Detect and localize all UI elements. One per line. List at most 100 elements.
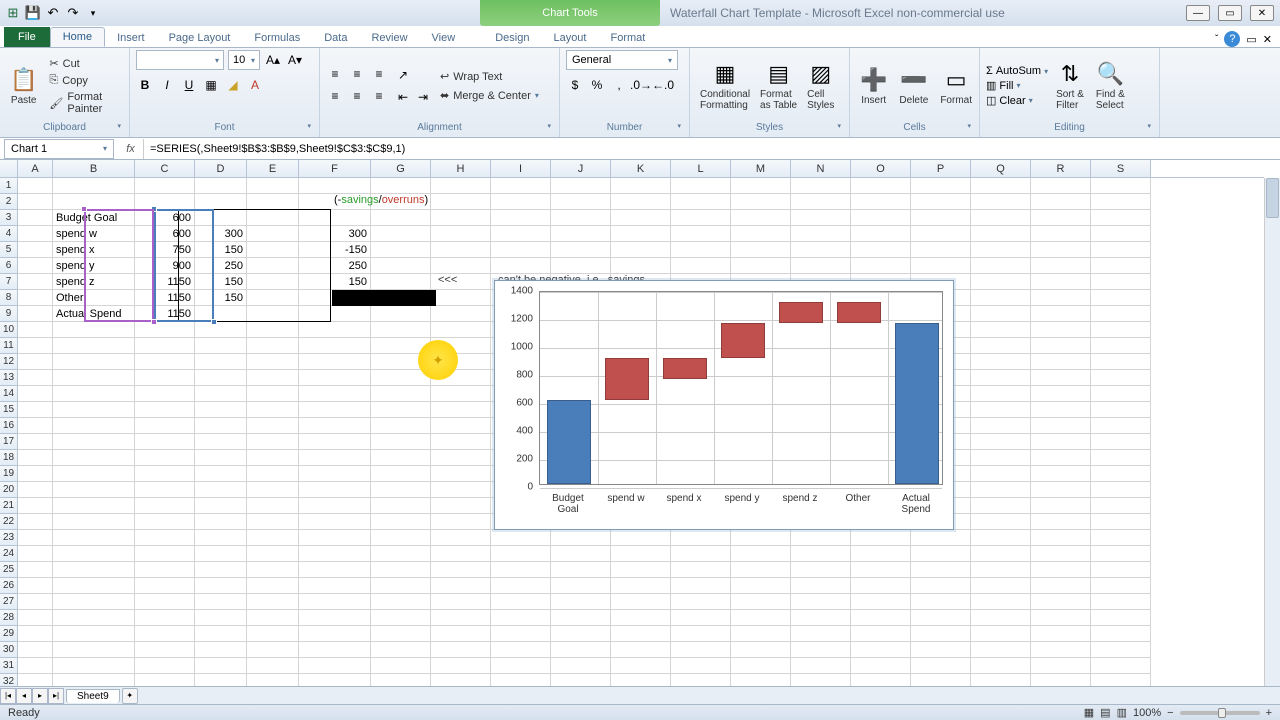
shrink-font-icon[interactable]: A▾: [286, 51, 304, 69]
ribbon-close-icon[interactable]: ✕: [1263, 33, 1272, 46]
row-header-30[interactable]: 30: [0, 642, 18, 658]
undo-icon[interactable]: ↶: [44, 4, 62, 22]
col-header-L[interactable]: L: [671, 160, 731, 177]
paste-button[interactable]: 📋 Paste: [6, 65, 41, 108]
bar-spend-x[interactable]: [663, 358, 707, 379]
delete-cells-button[interactable]: ➖Delete: [895, 65, 932, 108]
wrap-text-button[interactable]: ↩Wrap Text: [436, 69, 543, 84]
scroll-thumb[interactable]: [1266, 178, 1279, 218]
increase-decimal-icon[interactable]: .0→: [632, 76, 650, 94]
zoom-in-button[interactable]: +: [1266, 707, 1272, 719]
embedded-chart[interactable]: 0200400600800100012001400Budget Goalspen…: [494, 280, 954, 530]
row-header-4[interactable]: 4: [0, 226, 18, 242]
tab-design[interactable]: Design: [483, 29, 541, 47]
bold-button[interactable]: B: [136, 76, 154, 94]
cell-styles-button[interactable]: ▨Cell Styles: [803, 59, 838, 113]
plot-area[interactable]: [539, 291, 943, 485]
bar-spend-z[interactable]: [779, 302, 823, 323]
last-sheet-button[interactable]: ▸|: [48, 688, 64, 704]
tab-layout[interactable]: Layout: [541, 29, 598, 47]
font-name-select[interactable]: ▾: [136, 50, 224, 70]
bar-Other[interactable]: [837, 302, 881, 323]
copy-button[interactable]: ⎘Copy: [45, 73, 123, 88]
row-header-8[interactable]: 8: [0, 290, 18, 306]
name-box[interactable]: Chart 1▾: [4, 139, 114, 159]
col-header-D[interactable]: D: [195, 160, 247, 177]
row-header-13[interactable]: 13: [0, 370, 18, 386]
comma-icon[interactable]: ,: [610, 76, 628, 94]
row-header-12[interactable]: 12: [0, 354, 18, 370]
sel-handle-2-br[interactable]: [151, 319, 157, 325]
format-painter-button[interactable]: 🖌Format Painter: [45, 90, 123, 116]
tab-view[interactable]: View: [420, 29, 468, 47]
font-color-button[interactable]: A: [246, 76, 264, 94]
row-header-29[interactable]: 29: [0, 626, 18, 642]
col-header-I[interactable]: I: [491, 160, 551, 177]
next-sheet-button[interactable]: ▸: [32, 688, 48, 704]
row-header-1[interactable]: 1: [0, 178, 18, 194]
align-top-icon[interactable]: ≡: [326, 65, 344, 83]
row-header-27[interactable]: 27: [0, 594, 18, 610]
row-header-22[interactable]: 22: [0, 514, 18, 530]
col-header-P[interactable]: P: [911, 160, 971, 177]
align-middle-icon[interactable]: ≡: [348, 65, 366, 83]
row-header-25[interactable]: 25: [0, 562, 18, 578]
fill-button[interactable]: ▥Fill▾: [986, 79, 1048, 92]
bar-spend-w[interactable]: [605, 358, 649, 400]
col-header-H[interactable]: H: [431, 160, 491, 177]
row-header-2[interactable]: 2: [0, 194, 18, 210]
cut-button[interactable]: ✂Cut: [45, 56, 123, 71]
underline-button[interactable]: U: [180, 76, 198, 94]
col-header-J[interactable]: J: [551, 160, 611, 177]
row-header-15[interactable]: 15: [0, 402, 18, 418]
sel-handle-br[interactable]: [211, 319, 217, 325]
orientation-icon[interactable]: ↗: [394, 66, 412, 84]
save-icon[interactable]: 💾: [24, 4, 42, 22]
view-normal-icon[interactable]: ▦: [1084, 706, 1094, 719]
col-header-E[interactable]: E: [247, 160, 299, 177]
increase-indent-icon[interactable]: ⇥: [414, 88, 432, 106]
find-select-button[interactable]: 🔍Find & Select: [1092, 59, 1129, 113]
format-as-table-button[interactable]: ▤Format as Table: [756, 59, 801, 113]
minimize-button[interactable]: —: [1186, 5, 1210, 21]
tab-insert[interactable]: Insert: [105, 29, 157, 47]
insert-cells-button[interactable]: ➕Insert: [856, 65, 891, 108]
file-tab[interactable]: File: [4, 27, 50, 47]
bar-spend-y[interactable]: [721, 323, 765, 358]
fx-button[interactable]: fx: [118, 139, 144, 159]
align-right-icon[interactable]: ≡: [370, 87, 388, 105]
clear-button[interactable]: ◫Clear▾: [986, 94, 1048, 107]
align-left-icon[interactable]: ≡: [326, 87, 344, 105]
view-layout-icon[interactable]: ▤: [1100, 706, 1110, 719]
tab-format[interactable]: Format: [598, 29, 657, 47]
bar-Actual-Spend[interactable]: [895, 323, 939, 484]
new-sheet-button[interactable]: ✦: [122, 688, 138, 704]
col-header-F[interactable]: F: [299, 160, 371, 177]
fill-color-button[interactable]: ◢: [224, 76, 242, 94]
align-bottom-icon[interactable]: ≡: [370, 65, 388, 83]
row-header-6[interactable]: 6: [0, 258, 18, 274]
col-header-S[interactable]: S: [1091, 160, 1151, 177]
col-header-G[interactable]: G: [371, 160, 431, 177]
italic-button[interactable]: I: [158, 76, 176, 94]
worksheet-grid[interactable]: ABCDEFGHIJKLMNOPQRS 12345678910111213141…: [0, 160, 1280, 690]
col-header-C[interactable]: C: [135, 160, 195, 177]
first-sheet-button[interactable]: |◂: [0, 688, 16, 704]
row-header-18[interactable]: 18: [0, 450, 18, 466]
row-header-14[interactable]: 14: [0, 386, 18, 402]
col-header-A[interactable]: A: [18, 160, 53, 177]
row-header-21[interactable]: 21: [0, 498, 18, 514]
row-header-9[interactable]: 9: [0, 306, 18, 322]
percent-icon[interactable]: %: [588, 76, 606, 94]
sel-handle-2-tl[interactable]: [81, 206, 87, 212]
row-header-10[interactable]: 10: [0, 322, 18, 338]
row-header-11[interactable]: 11: [0, 338, 18, 354]
window-restore-icon[interactable]: ▭: [1246, 33, 1256, 46]
row-header-26[interactable]: 26: [0, 578, 18, 594]
row-header-20[interactable]: 20: [0, 482, 18, 498]
redo-icon[interactable]: ↷: [64, 4, 82, 22]
row-header-7[interactable]: 7: [0, 274, 18, 290]
col-header-Q[interactable]: Q: [971, 160, 1031, 177]
row-header-17[interactable]: 17: [0, 434, 18, 450]
col-header-O[interactable]: O: [851, 160, 911, 177]
